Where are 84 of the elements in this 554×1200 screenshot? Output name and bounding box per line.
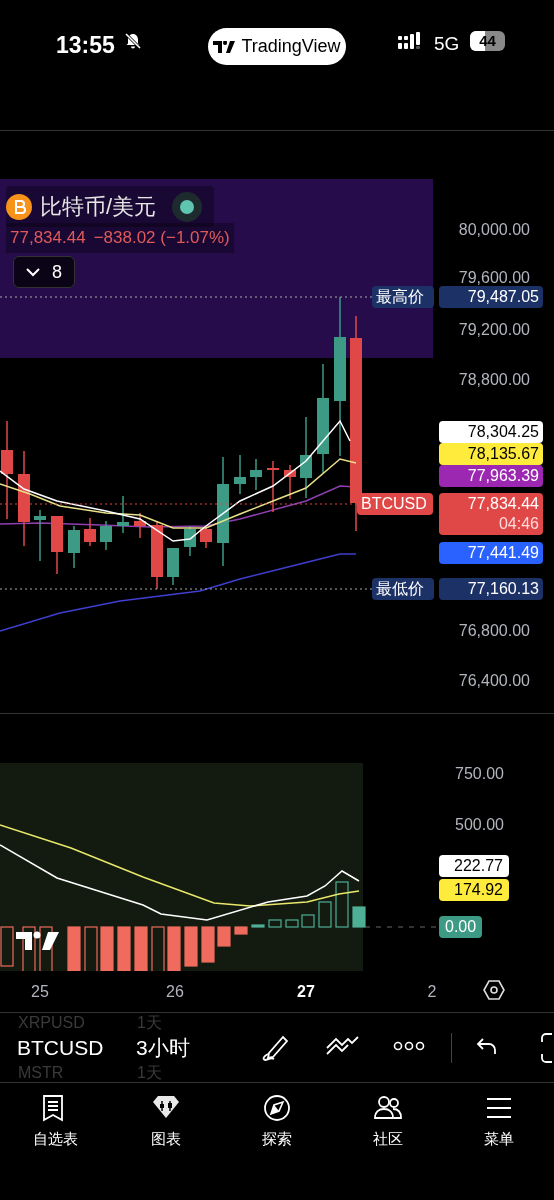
- nav-tab[interactable]: 图表: [110, 1084, 222, 1151]
- indicators-toggle[interactable]: 8: [13, 256, 75, 288]
- more-icon[interactable]: [393, 1041, 425, 1051]
- indicator-axis-label: 500.00: [455, 816, 504, 834]
- network-label: 5G: [434, 32, 460, 56]
- candle: [184, 525, 196, 557]
- histogram-bar: [117, 926, 131, 971]
- chevron-down-icon: [26, 267, 40, 277]
- indicator-value-tag: 222.77: [439, 855, 509, 877]
- price-tag: 77,160.13: [439, 578, 543, 600]
- histogram-bar: [22, 926, 36, 971]
- price-tag: 77,963.39: [439, 465, 543, 487]
- histogram-bar: [39, 926, 53, 971]
- histogram-bar: [67, 926, 81, 971]
- candle: [134, 512, 146, 539]
- nav-tab[interactable]: 社区: [332, 1084, 444, 1151]
- histogram-bar: [184, 926, 198, 967]
- histogram-bar: [217, 926, 231, 947]
- histogram-bar: [251, 924, 265, 928]
- symbol-tag: BTCUSD: [357, 493, 433, 515]
- nav-tab[interactable]: 探索: [221, 1084, 333, 1151]
- fullscreen-icon[interactable]: [540, 1033, 554, 1063]
- price-axis-label: 79,200.00: [458, 321, 530, 339]
- candle: [234, 454, 246, 495]
- nav-tab[interactable]: 自选表: [0, 1084, 111, 1151]
- histogram-bar: [201, 926, 215, 963]
- price-tag: 78,304.25: [439, 421, 543, 443]
- extreme-price-label: 最低价: [372, 578, 434, 600]
- histogram-bar: [301, 914, 315, 928]
- histogram-bar: [352, 906, 366, 928]
- extreme-price-label: 最高价: [372, 286, 434, 308]
- logo-icon: [16, 931, 59, 950]
- candle: [34, 509, 46, 562]
- candle: [51, 515, 63, 575]
- price-axis-label: 79,600.00: [458, 269, 530, 287]
- price-tag: 79,487.05: [439, 286, 543, 308]
- price-change: −838.02 (−1.07%): [93, 227, 230, 249]
- time-axis-label: 25: [31, 982, 49, 1002]
- candle: [250, 458, 262, 491]
- candle: [284, 464, 296, 500]
- nav-tab[interactable]: 菜单: [443, 1084, 554, 1151]
- undo-icon[interactable]: [476, 1037, 498, 1055]
- candle: [151, 520, 163, 590]
- candle: [267, 460, 279, 513]
- candle: [68, 525, 80, 569]
- interval-selector[interactable]: 3小时: [136, 1036, 190, 1060]
- coin-icon: [6, 193, 32, 220]
- time-axis-label: 26: [166, 982, 184, 1002]
- price-axis-label: 76,800.00: [458, 622, 530, 640]
- indicator-axis-label: 750.00: [455, 765, 504, 783]
- histogram-bar: [285, 919, 299, 928]
- symbol-selector[interactable]: BTCUSD: [17, 1036, 104, 1060]
- candle: [84, 517, 96, 547]
- price-tag: 77,441.49: [439, 542, 543, 564]
- people-icon: [373, 1094, 402, 1122]
- price-tag: 78,135.67: [439, 443, 543, 465]
- logo-icon: [213, 40, 236, 53]
- candle: [167, 547, 179, 586]
- candle: [100, 520, 112, 551]
- histogram-bar: [151, 926, 165, 971]
- histogram-bar: [167, 926, 181, 971]
- muted-bell-icon: [124, 32, 142, 50]
- price-tag: 77,834.44 04:46: [439, 493, 543, 535]
- histogram-bar: [335, 881, 349, 928]
- indicator-value-tag: 174.92: [439, 879, 509, 901]
- histogram-bar: [134, 926, 148, 971]
- price-axis-label: 78,800.00: [458, 371, 530, 389]
- compass-icon: [263, 1094, 291, 1122]
- histogram-bar: [318, 901, 332, 928]
- price-axis-label: 76,400.00: [458, 672, 530, 690]
- candle: [117, 495, 129, 534]
- price-axis-label: 80,000.00: [458, 221, 530, 239]
- time-axis-label: 27: [297, 982, 315, 1002]
- last-price: 77,834.44: [10, 227, 86, 249]
- time-axis-label: 2: [427, 982, 437, 1002]
- histogram-bar: [234, 926, 248, 935]
- indicator-value-tag: 0.00: [439, 916, 483, 938]
- histogram-bar: [100, 926, 114, 971]
- histogram-bar: [268, 919, 282, 928]
- settings-icon[interactable]: [483, 979, 505, 1001]
- app-pill[interactable]: TradingView: [208, 28, 346, 65]
- histogram-bar: [84, 926, 98, 971]
- histogram-bar: [0, 926, 14, 967]
- clock-time: 13:55: [56, 31, 115, 60]
